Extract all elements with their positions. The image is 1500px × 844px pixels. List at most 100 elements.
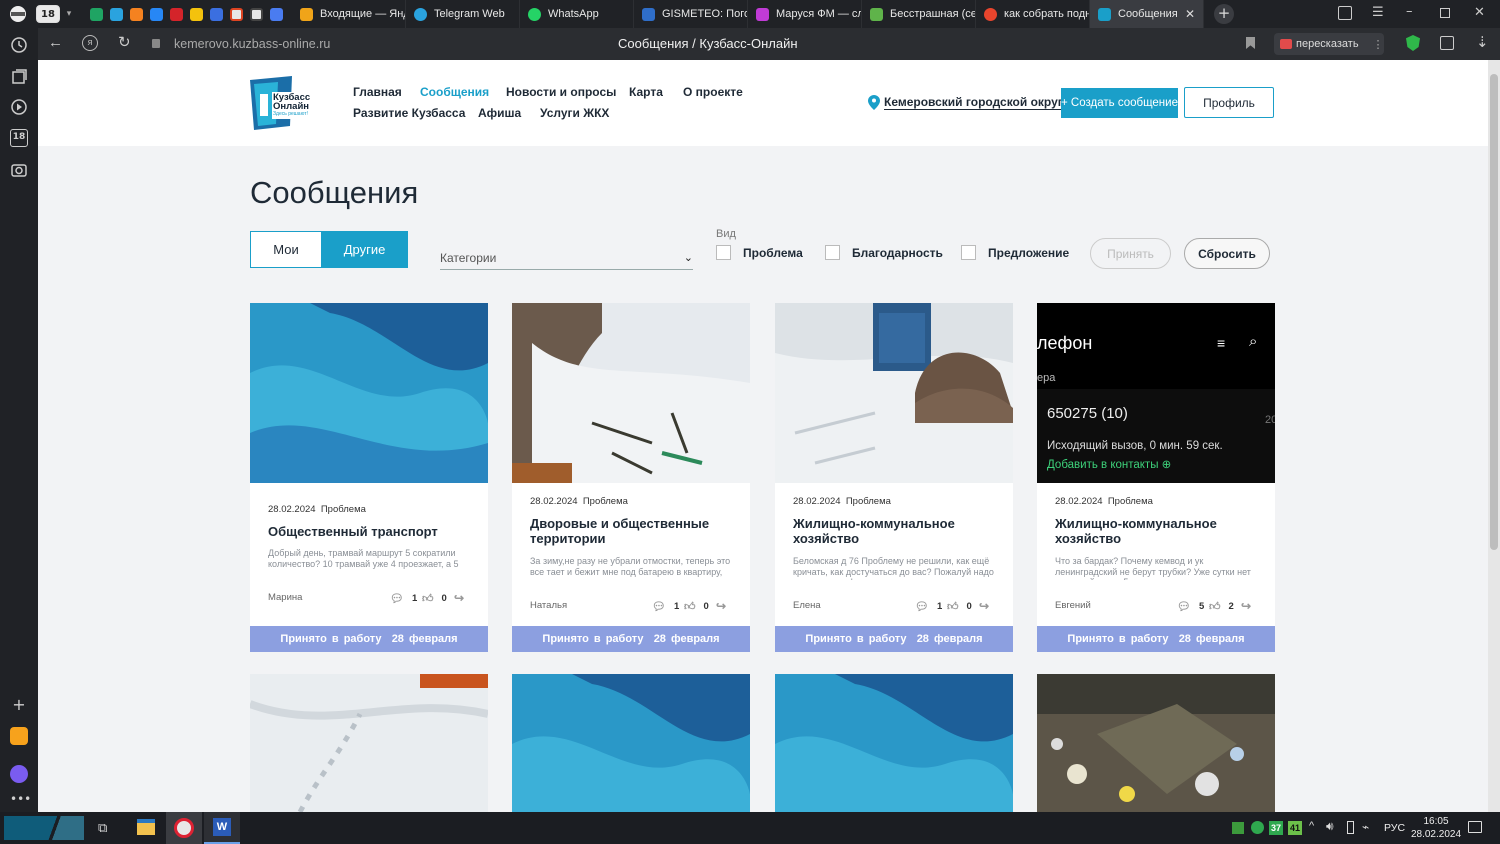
tab-marusya[interactable]: Маруся ФМ — сл	[748, 0, 862, 28]
message-card[interactable]	[250, 674, 488, 812]
explorer-icon[interactable]	[137, 819, 155, 835]
card-comments[interactable]: 💬︎ 5	[1177, 600, 1204, 613]
protect-icon[interactable]	[1406, 35, 1420, 51]
tab-gismeteo[interactable]: GISMETEO: Погод	[634, 0, 748, 28]
mail-app-icon[interactable]	[10, 727, 28, 745]
location-selector[interactable]: Кемеровский городской округ	[868, 95, 1063, 110]
card-likes[interactable]: 👍︎ 2	[1209, 600, 1234, 613]
share-icon[interactable]: ↪	[1241, 599, 1251, 613]
chevron-down-icon[interactable]: ▾	[60, 9, 78, 19]
tab-search[interactable]: как собрать подн	[976, 0, 1090, 28]
nav-map[interactable]: Карта	[629, 85, 663, 99]
history-icon[interactable]	[10, 36, 28, 54]
tray-chevron-icon[interactable]: ^	[1309, 820, 1314, 832]
scrollbar-thumb[interactable]	[1490, 74, 1498, 550]
screenshot-icon[interactable]	[10, 161, 28, 179]
yandex-icon[interactable]: я	[82, 35, 98, 51]
message-card[interactable]: 28.02.2024 Проблема Общественный транспо…	[250, 303, 488, 652]
play-icon[interactable]	[10, 98, 28, 116]
battery-icon[interactable]	[1347, 821, 1354, 834]
pinned-tab-vk[interactable]	[146, 0, 166, 28]
yandex-taskbar-icon[interactable]	[166, 812, 202, 844]
card-comments[interactable]: 💬︎ 1	[915, 600, 942, 613]
word-icon[interactable]: W	[204, 812, 240, 844]
filter-suggestion[interactable]: Предложение	[961, 245, 1069, 260]
categories-select[interactable]: Категории ⌄	[440, 240, 693, 270]
pinned-tab-duck[interactable]	[186, 0, 206, 28]
task-view-icon[interactable]: ⧉	[98, 820, 107, 836]
more-icon[interactable]: •••	[10, 790, 31, 808]
tray-shield-icon[interactable]	[1251, 821, 1264, 834]
start-area[interactable]	[4, 816, 84, 840]
nav-messages[interactable]: Сообщения	[420, 85, 489, 99]
add-panel-icon[interactable]: +	[10, 696, 28, 714]
card-title[interactable]: Жилищно-коммунальное хозяйство	[1055, 516, 1265, 546]
tray-badge-1[interactable]: 37	[1269, 821, 1283, 835]
tab-mine[interactable]: Мои	[250, 231, 321, 268]
tab-whatsapp[interactable]: WhatsApp	[520, 0, 634, 28]
bookmark-icon[interactable]	[1246, 37, 1255, 49]
nav-about[interactable]: О проекте	[683, 85, 743, 99]
pinned-tab-ok[interactable]	[126, 0, 146, 28]
new-tab-icon[interactable]: +	[1214, 4, 1234, 24]
tab-mail[interactable]: Входящие — Янд	[292, 0, 406, 28]
nav-development[interactable]: Развитие Кузбасса	[353, 106, 465, 120]
nav-home[interactable]: Главная	[353, 85, 402, 99]
clock[interactable]: 16:05 28.02.2024	[1410, 815, 1462, 841]
nav-news[interactable]: Новости и опросы	[506, 85, 616, 99]
close-icon[interactable]: ✕	[1185, 7, 1195, 21]
filter-gratitude[interactable]: Благодарность	[825, 245, 943, 260]
nav-housing[interactable]: Услуги ЖКХ	[540, 106, 609, 120]
tray-badge-2[interactable]: 41	[1288, 821, 1302, 835]
menu-icon[interactable]: ☰	[1372, 5, 1384, 20]
card-title[interactable]: Дворовые и общественные территории	[530, 516, 740, 546]
tray-app-icon[interactable]	[1232, 822, 1244, 834]
tab-fearless[interactable]: Бесстрашная (се	[862, 0, 976, 28]
network-icon[interactable]: ⌁	[1362, 820, 1369, 834]
pinned-tab-sheets[interactable]	[86, 0, 106, 28]
tab-others[interactable]: Другие	[321, 231, 408, 268]
retell-button[interactable]: пересказать ⋮	[1274, 33, 1384, 55]
site-logo[interactable]: Кузбасс Онлайн Здесь решают!	[248, 76, 318, 130]
card-likes[interactable]: 👍︎ 0	[422, 592, 447, 605]
window-close-icon[interactable]: ✕	[1474, 5, 1485, 20]
yandex-browser-icon[interactable]	[8, 4, 28, 24]
pinned-tab-pdf[interactable]	[226, 0, 246, 28]
alice-icon[interactable]	[10, 765, 28, 783]
message-card[interactable]: 28.02.2024 Проблема Дворовые и обществен…	[512, 303, 750, 652]
checkbox[interactable]	[961, 245, 976, 260]
pinned-tab-app[interactable]	[106, 0, 126, 28]
card-title[interactable]: Жилищно-коммунальное хозяйство	[793, 516, 1003, 546]
kebab-icon[interactable]: ⋮	[1373, 38, 1384, 51]
message-card[interactable]: лефон ≡ ⌕ ера 650275 (10) 20 Исходящий в…	[1037, 303, 1275, 652]
nav-afisha[interactable]: Афиша	[478, 106, 521, 120]
create-message-button[interactable]: + Создать сообщение	[1061, 88, 1178, 118]
tab-telegram[interactable]: Telegram Web	[406, 0, 520, 28]
tab-counter[interactable]: 18	[36, 5, 60, 23]
pinned-tab-chat[interactable]	[266, 0, 286, 28]
profile-button[interactable]: Профиль	[1184, 87, 1274, 118]
notifications-icon[interactable]	[1468, 821, 1482, 833]
pinned-tab-blue[interactable]	[206, 0, 226, 28]
tabs-list-icon[interactable]	[1338, 6, 1352, 20]
language-indicator[interactable]: РУС	[1384, 822, 1405, 834]
share-icon[interactable]: ↪	[979, 599, 989, 613]
message-card[interactable]	[1037, 674, 1275, 812]
card-likes[interactable]: 👍︎ 0	[947, 600, 972, 613]
apply-button[interactable]: Принять	[1090, 238, 1171, 269]
message-card[interactable]	[775, 674, 1013, 812]
reload-icon[interactable]: ↻	[118, 33, 131, 51]
url-text[interactable]: kemerovo.kuzbass-online.ru	[174, 37, 330, 51]
download-icon[interactable]: ⇣	[1476, 33, 1489, 51]
reset-button[interactable]: Сбросить	[1184, 238, 1270, 269]
filter-problem[interactable]: Проблема	[716, 245, 803, 260]
checkbox[interactable]	[716, 245, 731, 260]
pinned-tab-k[interactable]	[166, 0, 186, 28]
minimize-icon[interactable]: –	[1406, 4, 1413, 19]
extensions-icon[interactable]	[1440, 36, 1454, 50]
card-title[interactable]: Общественный транспорт	[268, 524, 478, 539]
share-icon[interactable]: ↪	[716, 599, 726, 613]
share-icon[interactable]: ↪	[454, 591, 464, 605]
card-comments[interactable]: 💬︎ 1	[652, 600, 679, 613]
card-likes[interactable]: 👍︎ 0	[684, 600, 709, 613]
